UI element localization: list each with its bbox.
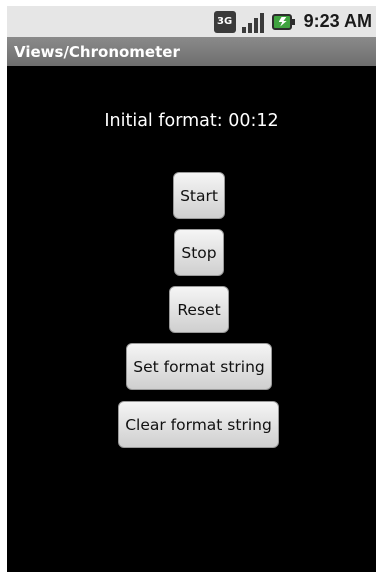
app-title-bar: Views/Chronometer: [7, 37, 376, 66]
network-3g-icon: 3G: [213, 10, 236, 33]
clear-format-string-button[interactable]: Clear format string: [118, 401, 279, 448]
start-button[interactable]: Start: [173, 172, 225, 219]
status-bar: 3G 9:23 AM: [7, 6, 376, 37]
chronometer-display: Initial format: 00:12: [104, 111, 279, 131]
reset-button[interactable]: Reset: [169, 286, 229, 333]
set-format-string-button[interactable]: Set format string: [126, 343, 272, 390]
battery-charging-icon: [271, 11, 295, 33]
status-clock: 9:23 AM: [303, 11, 372, 31]
stop-button[interactable]: Stop: [174, 229, 224, 276]
app-title: Views/Chronometer: [14, 42, 180, 61]
network-type-label: 3G: [217, 16, 233, 27]
signal-strength-icon: [241, 11, 266, 33]
